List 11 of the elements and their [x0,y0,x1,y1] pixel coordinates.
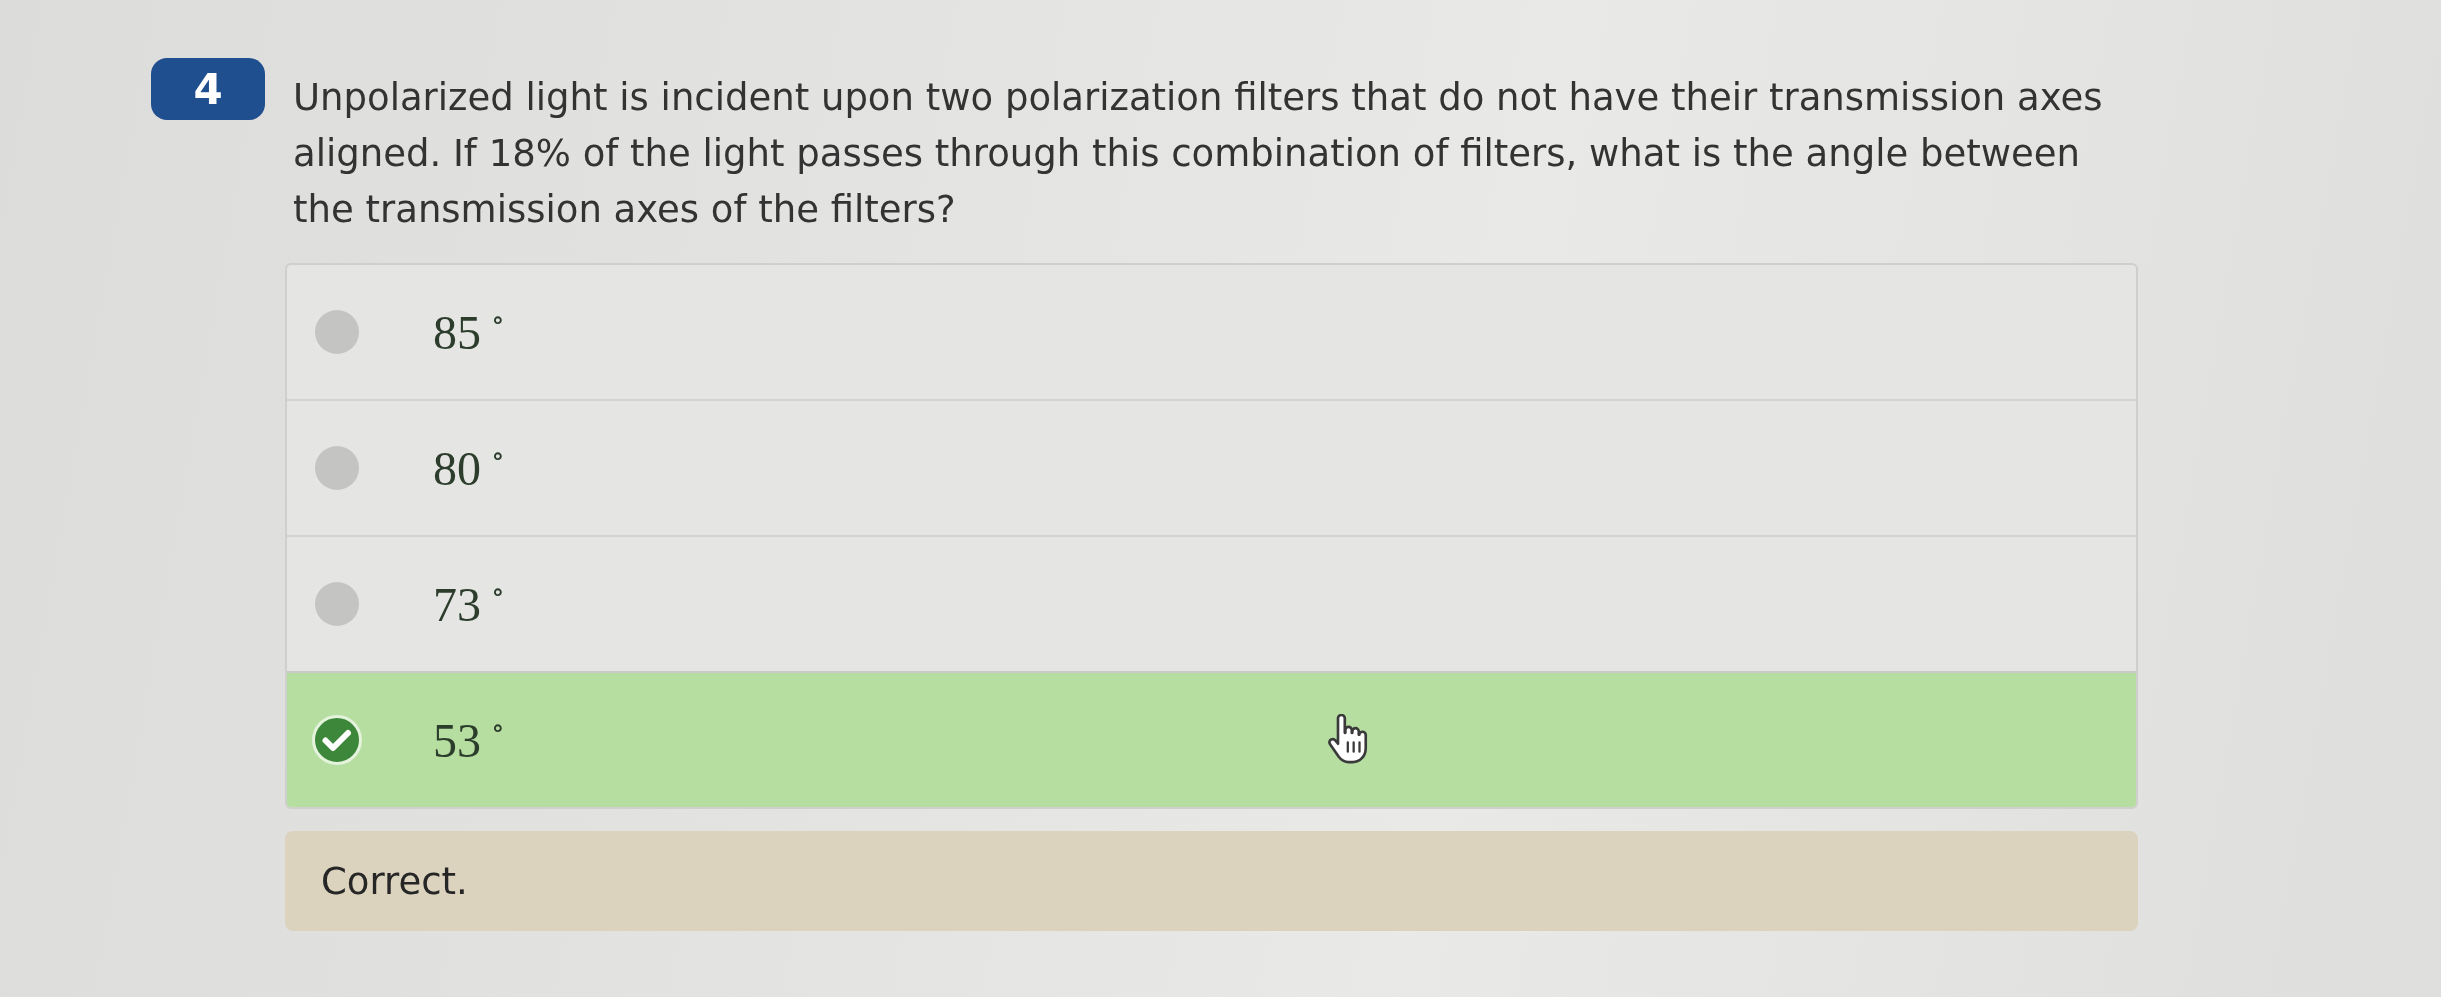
radio-icon[interactable] [315,446,359,490]
answer-option[interactable]: 53$^{∘}$ [287,671,2136,807]
feedback-message: Correct. [285,831,2138,931]
check-circle-icon [312,715,362,765]
answer-option[interactable]: 80$^{∘}$ [287,399,2136,535]
question-number: 4 [151,58,265,120]
hand-cursor-icon [1328,714,1368,764]
radio-icon[interactable] [315,310,359,354]
radio-icon[interactable] [315,582,359,626]
answer-option[interactable]: 85$^{∘}$ [287,265,2136,399]
question-text: Unpolarized light is incident upon two polarization filters that do not have their transmission axes aligned. If 18% of the light passes through this combination of filters, what is the angle between the transmission axes of the filters? [293,75,2104,233]
